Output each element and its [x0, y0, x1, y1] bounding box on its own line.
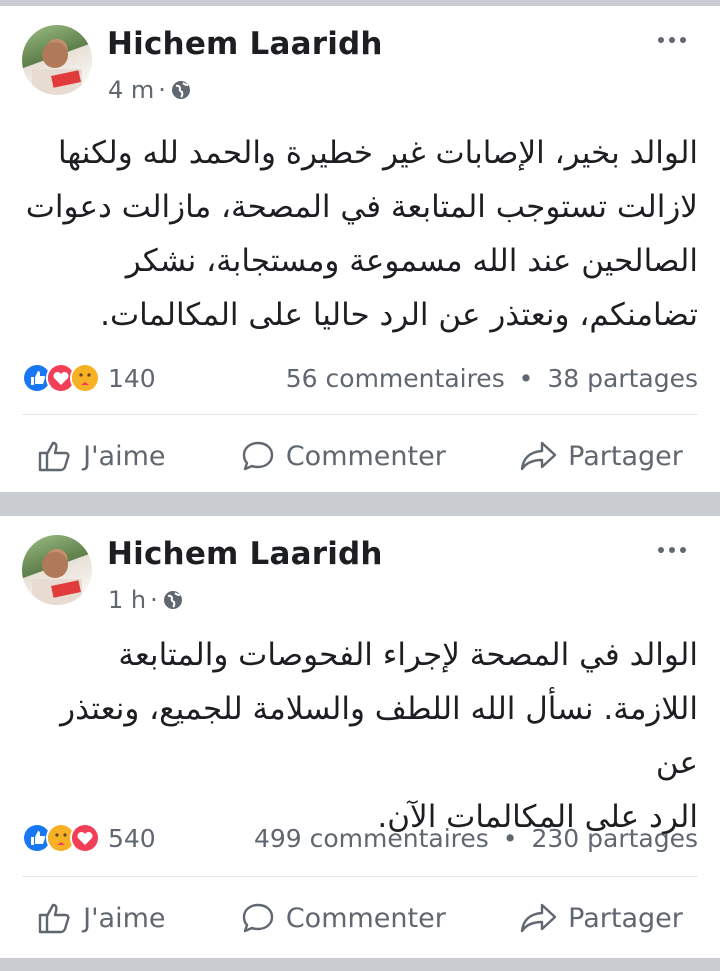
share-button[interactable]: Partager	[520, 439, 683, 473]
avatar[interactable]	[22, 535, 92, 605]
care-reaction-icon	[70, 363, 100, 393]
share-arrow-icon	[520, 903, 557, 933]
comment-bubble-icon	[242, 441, 274, 471]
comment-button[interactable]: Commenter	[240, 439, 446, 473]
stats-separator: •	[518, 363, 534, 393]
post-text-line: لازالت تستوجب المتابعة في المصحة، مازالت…	[25, 189, 698, 225]
engagement-counts: 56 commentaires • 38 partages	[286, 364, 698, 393]
reactions-summary[interactable]: 140	[22, 363, 156, 393]
meta-separator: ·	[150, 586, 158, 614]
post-card: Hichem Laaridh 1 h · الوالد في المصحة لإ…	[0, 516, 720, 958]
post-text-line: الوالد في المصحة لإجراء الفحوصات والمتاب…	[118, 637, 698, 673]
divider	[22, 876, 698, 877]
more-options-button[interactable]	[654, 28, 690, 52]
author-name[interactable]: Hichem Laaridh	[107, 536, 383, 572]
news-feed: Hichem Laaridh 4 m · الوالد بخير، الإصاب…	[0, 0, 720, 971]
post-text-line: اللازمة. نسأل الله اللطف والسلامة للجميع…	[60, 691, 698, 781]
like-label: J'aime	[83, 902, 166, 934]
post-actions-bar: J'aime Commenter Partager	[0, 426, 720, 486]
reaction-count: 140	[108, 363, 156, 393]
more-dot-icon	[658, 37, 664, 43]
shares-count-link[interactable]: 38 partages	[547, 364, 698, 393]
thumbs-up-icon	[38, 441, 70, 472]
post-text: الوالد في المصحة لإجراء الفحوصات والمتاب…	[0, 628, 720, 844]
comments-count-link[interactable]: 56 commentaires	[286, 364, 505, 393]
author-name[interactable]: Hichem Laaridh	[107, 26, 383, 62]
more-dot-icon	[680, 37, 686, 43]
more-dot-icon	[669, 547, 675, 553]
share-arrow-icon	[520, 441, 557, 471]
share-label: Partager	[568, 440, 683, 472]
reactions-summary[interactable]: 540	[22, 823, 156, 853]
post-header: Hichem Laaridh 4 m ·	[0, 6, 720, 116]
comments-count-link[interactable]: 499 commentaires	[254, 824, 489, 853]
like-label: J'aime	[83, 440, 166, 472]
post-meta: 4 m ·	[108, 76, 192, 104]
comment-bubble-icon	[242, 903, 274, 933]
post-time[interactable]: 1 h	[108, 586, 146, 614]
post-text: الوالد بخير، الإصابات غير خطيرة والحمد ل…	[0, 126, 720, 342]
stats-separator: •	[502, 823, 518, 853]
comment-button[interactable]: Commenter	[240, 901, 446, 935]
shares-count-link[interactable]: 230 partages	[531, 824, 698, 853]
reaction-count: 540	[108, 823, 156, 853]
post-text-line: تضامنكم، ونعتذر عن الرد حاليا على المكال…	[100, 297, 698, 333]
post-actions-bar: J'aime Commenter Partager	[0, 888, 720, 948]
comment-label: Commenter	[285, 440, 446, 472]
more-options-button[interactable]	[654, 538, 690, 562]
globe-icon	[171, 81, 190, 99]
divider	[22, 414, 698, 415]
post-header: Hichem Laaridh 1 h ·	[0, 516, 720, 626]
more-dot-icon	[669, 37, 675, 43]
globe-icon	[163, 591, 182, 609]
post-meta: 1 h ·	[108, 586, 184, 614]
post-stats: 540 499 commentaires • 230 partages	[22, 818, 698, 858]
more-dot-icon	[658, 547, 664, 553]
meta-separator: ·	[158, 76, 166, 104]
post-text-line: الصالحين عند الله مسموعة ومستجابة، نشكر	[125, 243, 698, 279]
avatar[interactable]	[22, 25, 92, 95]
like-button[interactable]: J'aime	[37, 439, 166, 473]
share-button[interactable]: Partager	[520, 901, 683, 935]
post-card: Hichem Laaridh 4 m · الوالد بخير، الإصاب…	[0, 6, 720, 492]
post-text-line: الوالد بخير، الإصابات غير خطيرة والحمد ل…	[58, 135, 698, 171]
post-stats: 140 56 commentaires • 38 partages	[22, 358, 698, 398]
love-reaction-icon	[70, 823, 100, 853]
thumbs-up-icon	[38, 903, 70, 934]
like-button[interactable]: J'aime	[37, 901, 166, 935]
comment-label: Commenter	[285, 902, 446, 934]
engagement-counts: 499 commentaires • 230 partages	[254, 824, 698, 853]
post-time[interactable]: 4 m	[108, 76, 154, 104]
share-label: Partager	[568, 902, 683, 934]
more-dot-icon	[680, 547, 686, 553]
